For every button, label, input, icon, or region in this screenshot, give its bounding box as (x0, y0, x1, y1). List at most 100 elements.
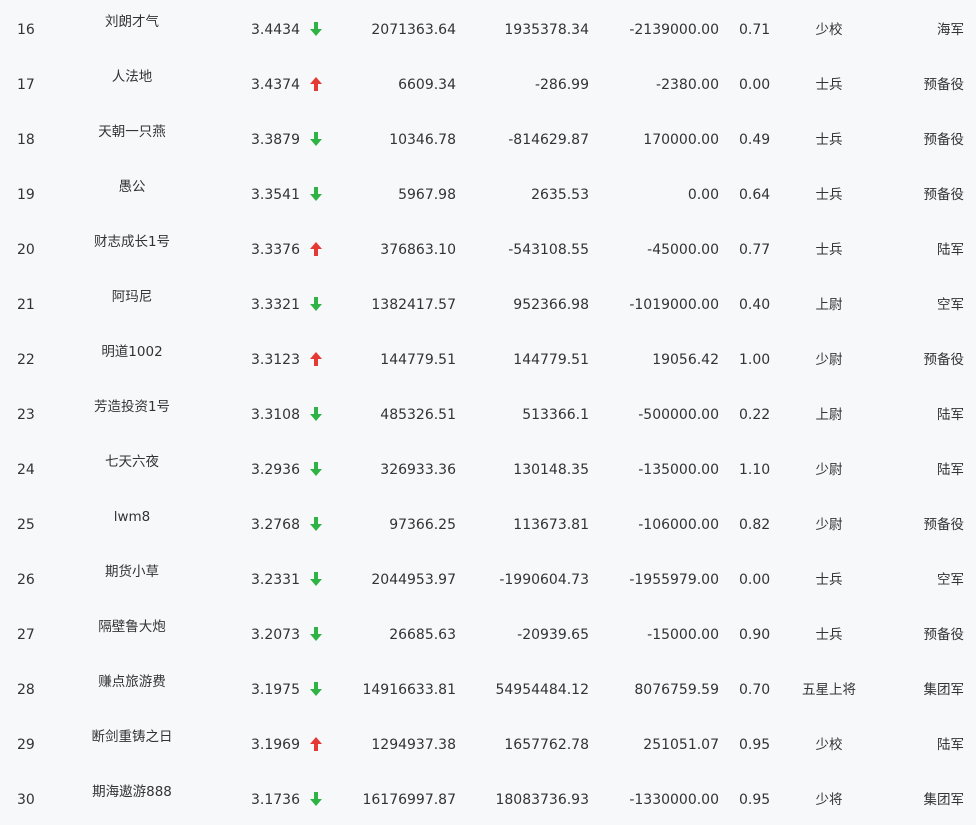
netflow-cell: -106000.00 (638, 517, 719, 533)
level-cell: 少尉 (815, 352, 843, 368)
arrow-down-icon (309, 516, 323, 532)
netflow-cell: -1330000.00 (629, 792, 719, 808)
score-cell: 3.3108 (251, 407, 300, 423)
profit-cell: -1990604.73 (499, 572, 589, 588)
equity-cell: 1382417.57 (371, 297, 456, 313)
rank-cell: 22 (17, 352, 35, 368)
trader-name-link[interactable]: 财志成长1号 (62, 232, 202, 252)
score-cell: 3.3321 (251, 297, 300, 313)
trader-name-link[interactable]: 期货小草 (62, 562, 202, 582)
group-cell: 预备役 (923, 627, 965, 643)
arrow-down-icon (309, 626, 323, 642)
trader-name-link[interactable]: 阿玛尼 (62, 287, 202, 307)
rank-cell: 18 (17, 132, 35, 148)
equity-cell: 2071363.64 (371, 22, 456, 38)
rank-cell: 28 (17, 682, 35, 698)
profit-cell: -20939.65 (517, 627, 589, 643)
arrow-down-icon (309, 681, 323, 697)
score-cell: 3.2936 (251, 462, 300, 478)
rank-cell: 16 (17, 22, 35, 38)
table-row[interactable]: 30 期海遨游888 3.1736 16176997.87 18083736.93 -13… (0, 784, 976, 825)
rank-cell: 25 (17, 517, 35, 533)
level-cell: 上尉 (815, 297, 843, 313)
trader-name-link[interactable]: 赚点旅游费 (62, 672, 202, 692)
profit-cell: 18083736.93 (495, 792, 589, 808)
score-cell: 3.2768 (251, 517, 300, 533)
level-cell: 五星上将 (802, 682, 856, 698)
arrow-up-icon (309, 736, 323, 752)
equity-cell: 5967.98 (398, 187, 456, 203)
ratio-cell: 0.90 (739, 627, 771, 643)
ratio-cell: 0.49 (739, 132, 771, 148)
score-cell: 3.1736 (251, 792, 300, 808)
trader-name-link[interactable]: 断剑重铸之日 (62, 727, 202, 747)
netflow-cell: -135000.00 (638, 462, 719, 478)
profit-cell: 144779.51 (513, 352, 589, 368)
group-cell: 集团军 (923, 682, 965, 698)
level-cell: 少校 (815, 22, 843, 38)
arrow-down-icon (309, 461, 323, 477)
level-cell: 士兵 (815, 627, 843, 643)
arrow-down-icon (309, 571, 323, 587)
equity-cell: 10346.78 (389, 132, 456, 148)
group-cell: 预备役 (923, 132, 965, 148)
ratio-cell: 0.22 (739, 407, 771, 423)
arrow-down-icon (309, 296, 323, 312)
equity-cell: 97366.25 (389, 517, 456, 533)
ratio-cell: 0.64 (739, 187, 771, 203)
level-cell: 上尉 (815, 407, 843, 423)
trader-name-link[interactable]: 刘朗才气 (62, 12, 202, 32)
rank-cell: 30 (17, 792, 35, 808)
group-cell: 预备役 (923, 352, 965, 368)
trader-name-link[interactable]: lwm8 (62, 507, 202, 527)
group-cell: 预备役 (923, 517, 965, 533)
score-cell: 3.4374 (251, 77, 300, 93)
trader-name-link[interactable]: 天朝一只燕 (62, 122, 202, 142)
trader-name-link[interactable]: 隔壁鲁大炮 (62, 617, 202, 637)
level-cell: 士兵 (815, 77, 843, 93)
rank-cell: 27 (17, 627, 35, 643)
score-cell: 3.2073 (251, 627, 300, 643)
netflow-cell: -1019000.00 (629, 297, 719, 313)
trader-name-link[interactable]: 七天六夜 (62, 452, 202, 472)
ratio-cell: 0.82 (739, 517, 771, 533)
group-cell: 海军 (937, 22, 964, 38)
score-cell: 3.4434 (251, 22, 300, 38)
level-cell: 少校 (815, 737, 843, 753)
score-cell: 3.2331 (251, 572, 300, 588)
equity-cell: 26685.63 (389, 627, 456, 643)
rank-cell: 19 (17, 187, 35, 203)
arrow-down-icon (309, 791, 323, 807)
trader-name-link[interactable]: 明道1002 (62, 342, 202, 362)
profit-cell: 54954484.12 (495, 682, 589, 698)
arrow-down-icon (309, 131, 323, 147)
rank-cell: 17 (17, 77, 35, 93)
rank-cell: 24 (17, 462, 35, 478)
equity-cell: 1294937.38 (371, 737, 456, 753)
group-cell: 空军 (937, 572, 964, 588)
score-cell: 3.1969 (251, 737, 300, 753)
trader-name-link[interactable]: 人法地 (62, 67, 202, 87)
profit-cell: 113673.81 (513, 517, 589, 533)
netflow-cell: -15000.00 (647, 627, 719, 643)
trader-name-link[interactable]: 期海遨游888 (62, 782, 202, 802)
netflow-cell: -2380.00 (656, 77, 719, 93)
trader-name-link[interactable]: 芳造投资1号 (62, 397, 202, 417)
trader-name-link[interactable]: 愚公 (62, 177, 202, 197)
ratio-cell: 0.71 (739, 22, 771, 38)
level-cell: 少尉 (815, 517, 843, 533)
rank-cell: 26 (17, 572, 35, 588)
equity-cell: 485326.51 (380, 407, 456, 423)
score-cell: 3.3541 (251, 187, 300, 203)
arrow-down-icon (309, 186, 323, 202)
group-cell: 陆军 (937, 242, 964, 258)
group-cell: 预备役 (923, 77, 965, 93)
ratio-cell: 0.00 (739, 572, 771, 588)
group-cell: 集团军 (923, 792, 965, 808)
rank-cell: 23 (17, 407, 35, 423)
ratio-cell: 0.95 (739, 792, 771, 808)
level-cell: 少尉 (815, 462, 843, 478)
netflow-cell: 251051.07 (643, 737, 719, 753)
netflow-cell: 0.00 (687, 187, 719, 203)
netflow-cell: -45000.00 (647, 242, 719, 258)
